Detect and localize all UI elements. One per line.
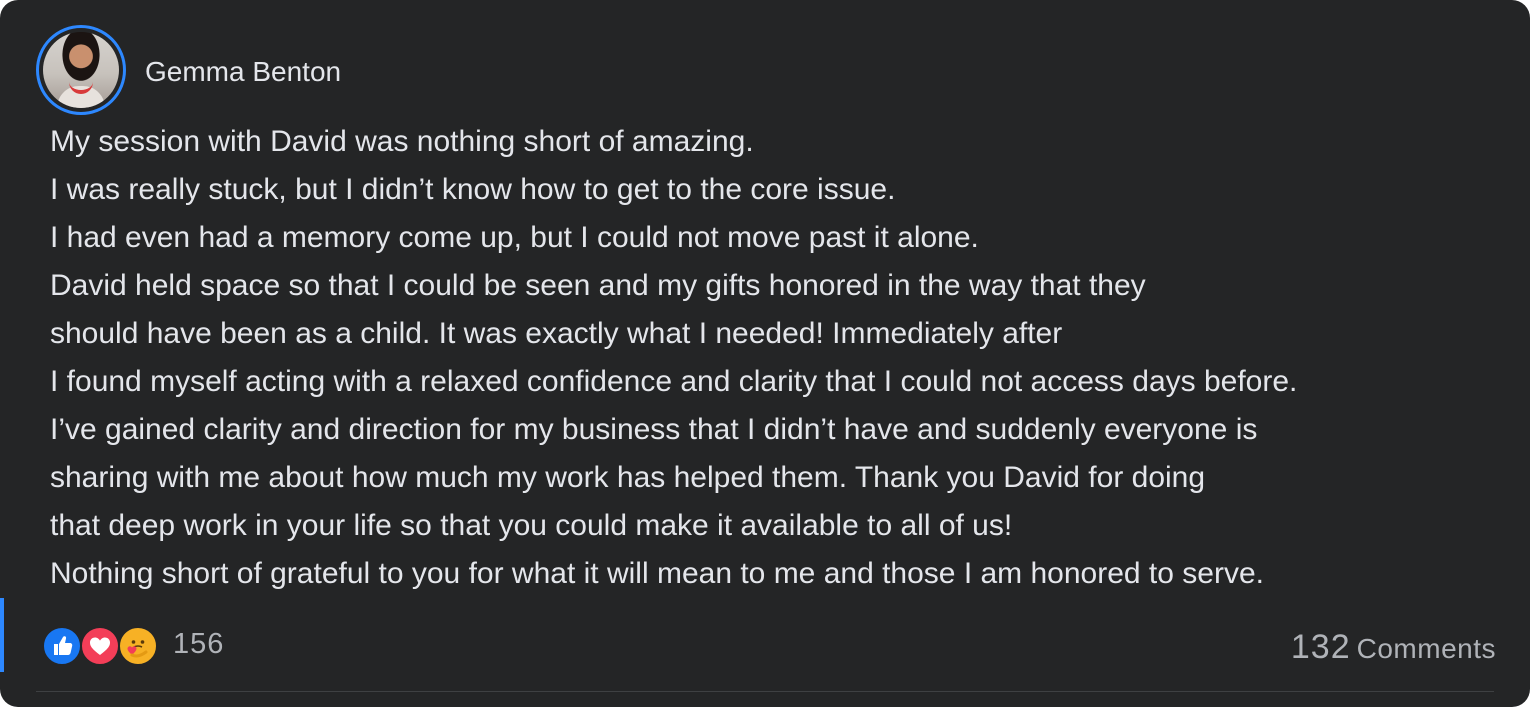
like-icon bbox=[42, 626, 82, 666]
post-line: I’ve gained clarity and direction for my… bbox=[50, 413, 1258, 446]
scroll-indicator bbox=[0, 598, 4, 672]
post-line: sharing with me about how much my work h… bbox=[50, 461, 1206, 494]
reactions-summary[interactable] bbox=[42, 626, 162, 668]
post-line: I found myself acting with a relaxed con… bbox=[50, 365, 1298, 398]
post-line: should have been as a child. It was exac… bbox=[50, 317, 1063, 350]
avatar[interactable] bbox=[36, 25, 126, 115]
comments-label: Comments bbox=[1356, 633, 1496, 664]
post-card: Gemma Benton My session with David was n… bbox=[0, 0, 1530, 707]
reaction-count[interactable]: 156 bbox=[173, 628, 224, 661]
avatar-photo bbox=[43, 32, 119, 108]
post-line: that deep work in your life so that you … bbox=[50, 509, 1013, 542]
post-line: My session with David was nothing short … bbox=[50, 125, 754, 158]
love-icon bbox=[80, 626, 120, 666]
comments-link[interactable]: 132 Comments bbox=[1291, 628, 1496, 667]
post-line: David held space so that I could be seen… bbox=[50, 269, 1146, 302]
post-line: I was really stuck, but I didn’t know ho… bbox=[50, 173, 896, 206]
divider bbox=[36, 691, 1494, 692]
post-body: My session with David was nothing short … bbox=[50, 118, 1490, 598]
post-line: I had even had a memory come up, but I c… bbox=[50, 221, 979, 254]
author-name[interactable]: Gemma Benton bbox=[145, 56, 341, 88]
care-icon bbox=[118, 626, 158, 666]
comment-count: 132 bbox=[1290, 628, 1351, 666]
post-line: Nothing short of grateful to you for wha… bbox=[50, 557, 1264, 590]
